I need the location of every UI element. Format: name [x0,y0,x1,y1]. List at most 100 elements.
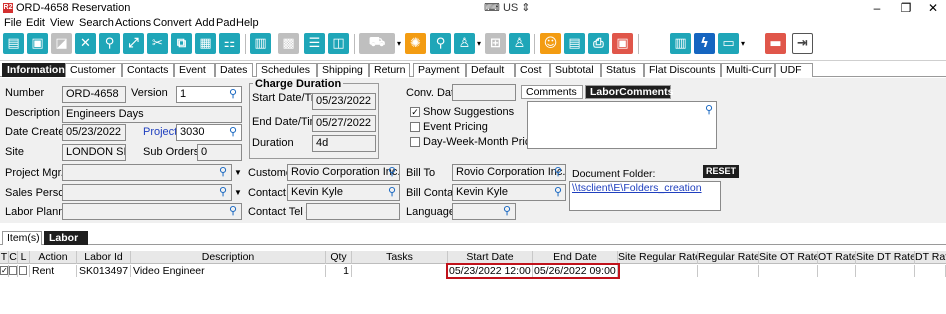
bill-to-search-icon[interactable]: ⚲ [554,165,562,178]
col-action[interactable]: Action [30,251,77,264]
customer-field[interactable]: Rovio Corporation Inc. [287,164,400,181]
tab-cost[interactable]: Cost [515,63,550,77]
tab-comments[interactable]: Comments [521,85,583,99]
menu-pad[interactable]: Pad [216,17,236,29]
labor-planner-search-icon[interactable]: ⚲ [229,204,237,217]
paste-icon[interactable]: ▦ [195,33,216,54]
comments-textarea[interactable] [527,101,717,149]
event-pricing-checkbox[interactable] [410,122,420,132]
row-t-checkbox[interactable]: ✓ [0,265,9,277]
contact-tel-field[interactable] [306,203,400,220]
col-qty[interactable]: Qty [326,251,352,264]
menu-add[interactable]: Add [195,17,215,29]
region-selector[interactable]: ⌨ US ⇕ [484,1,531,14]
tab-contacts[interactable]: Contacts [122,63,174,77]
col-c[interactable]: C [9,251,18,264]
col-site-dt-rate[interactable]: Site DT Rate [856,251,915,264]
tab-labor-comments[interactable]: LaborComments [585,85,673,99]
row-dt-rate[interactable] [915,265,946,277]
copy-icon[interactable]: ⧉ [171,33,192,54]
sales-person-search-icon[interactable]: ⚲ [219,185,227,198]
dropdown-arrow-icon[interactable]: ▾ [397,39,401,48]
sales-person-field[interactable] [62,184,232,201]
close-button[interactable]: ✕ [925,1,941,15]
col-site-regular-rate[interactable]: Site Regular Rate [618,251,698,264]
col-labor-id[interactable]: Labor Id [77,251,131,264]
report-icon[interactable]: ▤ [564,33,585,54]
menu-search[interactable]: Search [79,17,114,29]
tab-payment[interactable]: Payment [413,63,466,77]
comments-search-icon[interactable]: ⚲ [705,103,713,116]
menu-edit[interactable]: Edit [26,17,45,29]
row-t-check[interactable]: ✓ [0,266,8,275]
project-label[interactable]: Project [143,126,177,138]
version-search-icon[interactable]: ⚲ [229,87,237,100]
language-search-icon[interactable]: ⚲ [503,204,511,217]
menu-convert[interactable]: Convert [153,17,192,29]
menu-view[interactable]: View [50,17,74,29]
dropdown-arrow-icon-2[interactable]: ▾ [477,39,481,48]
screen-icon[interactable]: ▭ [718,33,739,54]
show-suggestions-checkbox[interactable]: ✓ [410,107,420,117]
print-icon[interactable]: ⎙ [588,33,609,54]
col-l[interactable]: L [18,251,30,264]
tab-shipping[interactable]: Shipping [317,63,369,77]
person-icon[interactable]: ♙ [509,33,530,54]
tab-multi-curr[interactable]: Multi-Curr [721,63,775,77]
project-mgr-dropdown-icon[interactable]: ▼ [233,164,243,181]
day-week-month-checkbox[interactable] [410,137,420,147]
menu-file[interactable]: File [4,17,22,29]
cancel-icon[interactable]: ✕ [75,33,96,54]
tab-information[interactable]: Information [2,63,65,77]
briefcase-icon[interactable]: ▬ [765,33,786,54]
row-c-checkbox[interactable] [9,265,18,277]
row-ot-rate[interactable] [818,265,856,277]
tab-default[interactable]: Default [466,63,515,77]
workflow-icon[interactable]: ✺ [405,33,426,54]
hierarchy-icon[interactable]: ⚏ [219,33,240,54]
col-regular-rate[interactable]: Regular Rate [698,251,759,264]
lightning-icon[interactable]: ϟ [694,33,715,54]
chart-icon[interactable]: ▥ [670,33,691,54]
calculator-icon[interactable]: ▥ [250,33,271,54]
menu-actions[interactable]: Actions [115,17,151,29]
row-tasks[interactable] [352,265,448,277]
tab-items[interactable]: Item(s) [2,231,42,245]
duration-field[interactable]: 4d [312,135,376,152]
row-site-regular-rate[interactable] [618,265,698,277]
col-t[interactable]: T [0,251,9,264]
end-date-field[interactable]: 05/27/2022 [312,115,376,132]
row-site-ot-rate[interactable] [759,265,818,277]
tab-status[interactable]: Status [601,63,644,77]
project-mgr-field[interactable] [62,164,232,181]
tab-subtotal[interactable]: Subtotal [550,63,601,77]
col-description[interactable]: Description [131,251,326,264]
col-site-ot-rate[interactable]: Site OT Rate [759,251,818,264]
row-action[interactable]: Rent [30,265,77,277]
project-search-icon[interactable]: ⚲ [229,125,237,138]
tab-dates[interactable]: Dates [215,63,253,77]
row-labor-id[interactable]: SK013497 [77,265,131,277]
bill-to-field[interactable]: Rovio Corporation Inc. [452,164,566,181]
tab-labor[interactable]: Labor [44,231,88,245]
sub-orders-field[interactable]: 0 [197,144,242,161]
contact-field[interactable]: Kevin Kyle [287,184,400,201]
sales-person-dropdown-icon[interactable]: ▼ [233,184,243,201]
tab-schedules[interactable]: Schedules [256,63,317,77]
menu-help[interactable]: Help [236,17,259,29]
document-folder-link[interactable]: \\tsclient\E\Folders_creation [572,182,702,194]
find-icon[interactable]: ⚲ [430,33,451,54]
comment-icon[interactable]: ◫ [328,33,349,54]
row-c-check[interactable] [9,266,17,275]
row-qty[interactable]: 1 [326,265,352,277]
row-description[interactable]: Video Engineer [131,265,326,277]
description-field[interactable]: Engineers Days [62,106,242,123]
user-search-icon[interactable]: ♙ [454,33,475,54]
date-created-field[interactable]: 05/23/2022 [62,124,126,141]
col-dt-rate[interactable]: DT Rate [915,251,946,264]
bill-contact-field[interactable]: Kevin Kyle [452,184,566,201]
search-icon[interactable]: ⚲ [99,33,120,54]
smiley-icon[interactable]: ☺ [540,33,561,54]
expand-icon[interactable]: ⤢ [123,33,144,54]
tab-flat-discounts[interactable]: Flat Discounts [644,63,721,77]
